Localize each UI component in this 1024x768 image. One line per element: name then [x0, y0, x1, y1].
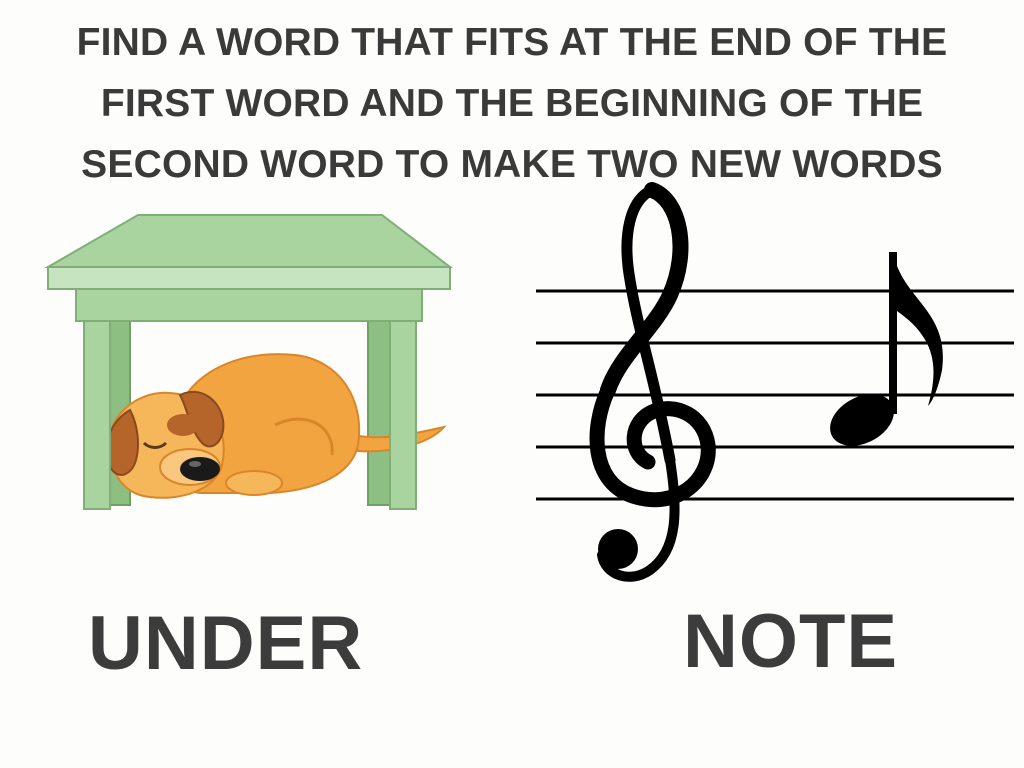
second-word: NOTE — [683, 599, 899, 684]
instructions-line-2: FIRST WORD AND THE BEGINNING OF THE — [100, 82, 924, 125]
eighth-note-icon — [830, 252, 943, 446]
instructions-heading: FIND A WORD THAT FITS AT THE END OF THE … — [20, 12, 1004, 195]
puzzle-slide: FIND A WORD THAT FITS AT THE END OF THE … — [0, 0, 1024, 768]
treble-clef-icon — [589, 182, 716, 582]
instructions-line-1: FIND A WORD THAT FITS AT THE END OF THE — [76, 21, 948, 64]
dog-under-table-icon — [40, 205, 460, 525]
treble-clef-dot — [598, 529, 638, 569]
first-word: UNDER — [88, 601, 364, 686]
treble-clef-note-icon — [530, 180, 1024, 590]
